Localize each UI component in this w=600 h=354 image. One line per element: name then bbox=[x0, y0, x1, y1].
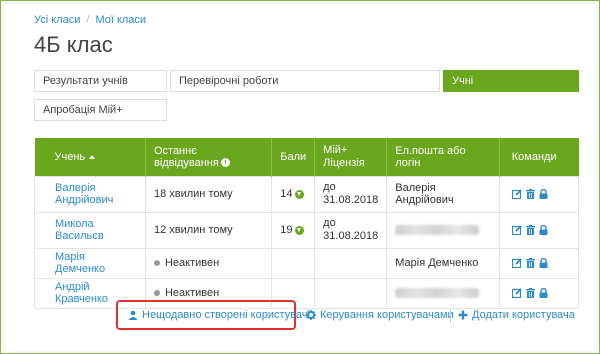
tab-tests[interactable]: Перевірочні роботи bbox=[170, 70, 440, 92]
cell-login: Марія Демченко bbox=[386, 247, 500, 279]
last-visit-value: Неактивен bbox=[164, 287, 220, 299]
column-commands: Команди bbox=[499, 138, 579, 176]
edit-icon[interactable] bbox=[511, 257, 526, 269]
last-visit-value: 12 хвилин тому bbox=[153, 224, 233, 236]
trash-icon[interactable] bbox=[525, 188, 539, 200]
license-date: 31.08.2018 bbox=[323, 194, 379, 206]
cell-login: Валерія Андрійович bbox=[386, 175, 500, 213]
inactive-dot-icon bbox=[153, 290, 160, 297]
cell-commands bbox=[498, 211, 580, 249]
footer-divider bbox=[450, 309, 451, 323]
inactive-dot-icon bbox=[153, 260, 160, 267]
breadcrumb-separator: / bbox=[86, 14, 90, 26]
tab-student-results[interactable]: Результати учнів bbox=[34, 70, 167, 92]
recent-users-label: Нещодавно створені користувачі bbox=[142, 309, 310, 321]
column-last-visit-label: Останнє відвідування bbox=[153, 144, 219, 169]
tab-students[interactable]: Учні bbox=[443, 70, 579, 92]
add-user-label: Додати користувача bbox=[472, 309, 575, 321]
breadcrumb-all-classes[interactable]: Усі класи bbox=[34, 14, 80, 26]
cell-license bbox=[314, 247, 388, 279]
manage-users-link[interactable]: Керування користувачами bbox=[306, 300, 454, 330]
edit-icon[interactable] bbox=[511, 287, 526, 299]
trash-icon[interactable] bbox=[525, 224, 539, 236]
column-license-line1: Мій+ bbox=[323, 143, 348, 156]
student-name-link[interactable]: Марія Демченко bbox=[55, 251, 105, 275]
breadcrumb-my-classes[interactable]: Мої класи bbox=[95, 14, 146, 26]
blurred-login bbox=[395, 288, 480, 299]
gear-icon bbox=[306, 310, 316, 321]
info-icon[interactable]: i bbox=[220, 158, 230, 168]
lock-icon[interactable] bbox=[539, 257, 552, 269]
manage-users-label: Керування користувачами bbox=[320, 309, 454, 321]
column-login[interactable]: Ел.пошта або логін bbox=[386, 138, 500, 176]
blurred-login bbox=[395, 225, 480, 236]
license-date: 31.08.2018 bbox=[323, 230, 379, 242]
edit-icon[interactable] bbox=[511, 188, 526, 200]
column-license-line2: Ліцензія bbox=[323, 156, 365, 169]
student-name-link[interactable]: Андрій Кравченко bbox=[55, 281, 108, 305]
table-row: Валерія Андрійович 18 хвилин тому 14 до 31.0… bbox=[34, 175, 580, 213]
cell-points bbox=[271, 247, 316, 279]
points-download-icon[interactable] bbox=[294, 225, 304, 235]
trash-icon[interactable] bbox=[525, 287, 539, 299]
window-frame: Усі класи / Мої класи 4Б клас Результати у… bbox=[0, 0, 600, 354]
cell-student: Марія Демченко bbox=[34, 247, 146, 279]
lock-icon[interactable] bbox=[539, 188, 552, 200]
column-points[interactable]: Бали bbox=[271, 138, 316, 176]
recent-users-button[interactable]: Нещодавно створені користувачі bbox=[116, 300, 310, 330]
column-license[interactable]: Мій+ Ліцензія bbox=[314, 138, 388, 176]
cell-points: 19 bbox=[271, 211, 316, 249]
cell-student: Микола Васильєв bbox=[34, 211, 146, 249]
page-content: Усі класи / Мої класи 4Б клас Результати у… bbox=[4, 4, 596, 351]
points-value: 14 bbox=[280, 188, 293, 200]
student-name-link[interactable]: Микола Васильєв bbox=[55, 218, 104, 242]
cell-last-visit: 12 хвилин тому bbox=[144, 211, 273, 249]
points-value: 19 bbox=[280, 224, 293, 236]
login-value: Марія Демченко bbox=[395, 257, 479, 269]
add-user-link[interactable]: Додати користувача bbox=[458, 300, 575, 330]
license-line1: до bbox=[323, 217, 336, 229]
license-line1: до bbox=[323, 181, 336, 193]
trash-icon[interactable] bbox=[525, 257, 539, 269]
cell-license: до 31.08.2018 bbox=[314, 175, 388, 213]
student-name-link[interactable]: Валерія Андрійович bbox=[55, 182, 113, 206]
sort-asc-icon[interactable] bbox=[89, 154, 96, 159]
table-row: Микола Васильєв 12 хвилин тому 19 до 31.08.2… bbox=[34, 211, 580, 249]
cell-points: 14 bbox=[271, 175, 316, 213]
students-table: Учень Останнє відвідування i Бали Мій+ Ліц… bbox=[34, 138, 580, 309]
user-icon bbox=[128, 310, 138, 321]
table-header-row: Учень Останнє відвідування i Бали Мій+ Ліц… bbox=[34, 138, 579, 176]
cell-last-visit: Неактивен bbox=[144, 247, 273, 279]
table-row: Марія Демченко Неактивен Марія Демченко bbox=[34, 247, 580, 279]
lock-icon[interactable] bbox=[539, 287, 552, 299]
cell-commands bbox=[498, 175, 580, 213]
cell-commands bbox=[498, 247, 580, 279]
page-title: 4Б клас bbox=[34, 32, 113, 57]
last-visit-value: 18 хвилин тому bbox=[153, 188, 233, 200]
cell-login bbox=[386, 211, 500, 249]
column-student[interactable]: Учень bbox=[34, 138, 146, 176]
edit-icon[interactable] bbox=[511, 224, 526, 236]
cell-student: Валерія Андрійович bbox=[34, 175, 146, 213]
plus-icon bbox=[458, 310, 468, 320]
lock-icon[interactable] bbox=[539, 224, 552, 236]
breadcrumb: Усі класи / Мої класи bbox=[34, 14, 146, 26]
points-download-icon[interactable] bbox=[294, 189, 304, 199]
tab-approbation[interactable]: Апробація Мій+ bbox=[34, 99, 167, 121]
column-last-visit[interactable]: Останнє відвідування i bbox=[145, 138, 273, 176]
cell-license: до 31.08.2018 bbox=[314, 211, 388, 249]
column-student-label: Учень bbox=[54, 150, 86, 163]
cell-last-visit: 18 хвилин тому bbox=[144, 175, 273, 213]
login-value: Валерія Андрійович bbox=[395, 182, 454, 206]
last-visit-value: Неактивен bbox=[164, 257, 220, 269]
